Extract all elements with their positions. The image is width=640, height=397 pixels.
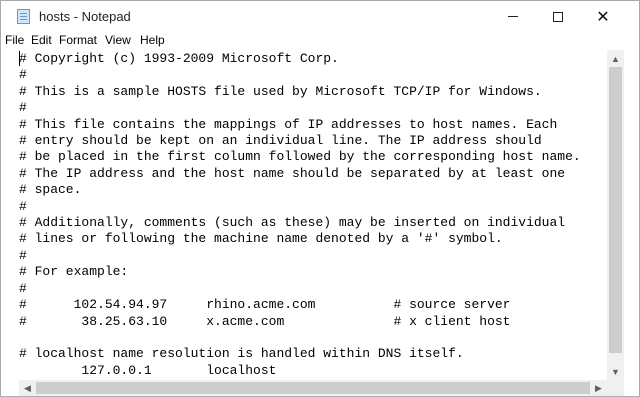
menu-format[interactable]: Format [59,33,97,47]
chevron-up-icon: ▲ [611,53,620,64]
text-caret [19,51,20,66]
text-editor[interactable]: # Copyright (c) 1993-2009 Microsoft Corp… [19,50,607,380]
document-text[interactable]: # Copyright (c) 1993-2009 Microsoft Corp… [19,51,581,379]
menu-view[interactable]: View [105,33,131,47]
chevron-down-icon: ▼ [611,366,620,377]
menu-edit[interactable]: Edit [31,33,52,47]
chevron-left-icon: ◀ [24,382,31,393]
notepad-window: hosts - Notepad ✕ File Edit Format View … [0,0,640,397]
notepad-icon [17,9,30,24]
menu-file[interactable]: File [5,33,24,47]
size-grip[interactable] [607,380,624,396]
scroll-down-button[interactable]: ▼ [607,363,624,380]
maximize-button[interactable] [535,1,581,32]
vertical-scrollbar[interactable]: ▲ ▼ [607,50,624,380]
chevron-right-icon: ▶ [595,382,602,393]
scroll-up-button[interactable]: ▲ [607,50,624,67]
close-icon: ✕ [596,8,610,26]
horizontal-scroll-thumb[interactable] [36,382,590,394]
title-bar[interactable]: hosts - Notepad ✕ [1,1,639,32]
menu-help[interactable]: Help [140,33,165,47]
minimize-icon [508,16,518,17]
scroll-left-button[interactable]: ◀ [19,380,36,396]
minimize-button[interactable] [490,1,536,32]
menu-bar: File Edit Format View Help [1,32,639,50]
vertical-scroll-thumb[interactable] [609,67,622,353]
scroll-right-button[interactable]: ▶ [590,380,607,396]
maximize-icon [553,11,563,22]
horizontal-scrollbar[interactable]: ◀ ▶ [19,380,607,396]
window-title: hosts - Notepad [39,9,131,24]
close-button[interactable]: ✕ [580,1,626,32]
